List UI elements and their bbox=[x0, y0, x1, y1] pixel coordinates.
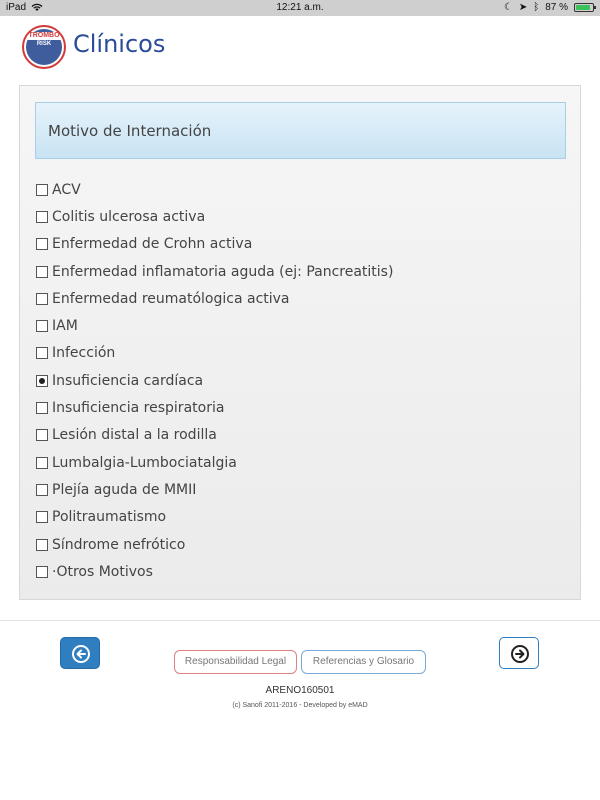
option-checkbox[interactable] bbox=[36, 320, 48, 333]
option-label: ACV bbox=[52, 181, 81, 198]
option-checkbox[interactable] bbox=[36, 292, 48, 305]
option-checkbox[interactable] bbox=[36, 511, 48, 524]
option-row[interactable]: Insuficiencia cardíaca bbox=[36, 367, 556, 394]
next-button[interactable] bbox=[499, 637, 539, 669]
option-checkbox[interactable] bbox=[36, 183, 48, 196]
legal-button[interactable]: Responsabilidad Legal bbox=[174, 650, 297, 674]
option-checkbox[interactable] bbox=[36, 238, 48, 251]
section-title: Motivo de Internación bbox=[48, 122, 212, 140]
option-row[interactable]: Enfermedad reumatólogica activa bbox=[36, 285, 556, 312]
option-label: Plejía aguda de MMII bbox=[52, 481, 197, 498]
option-row[interactable]: IAM bbox=[36, 312, 556, 339]
option-label: Politraumatismo bbox=[52, 509, 167, 526]
trombo-risk-logo[interactable]: TROMBO RISK bbox=[22, 25, 66, 69]
status-bar: iPad 12:21 a.m. ☾ ➤ ᛒ 87 % bbox=[0, 0, 600, 16]
page-title: Clínicos bbox=[73, 30, 166, 58]
location-arrow-icon: ➤ bbox=[518, 2, 528, 13]
back-button[interactable] bbox=[60, 637, 100, 669]
logo-top-text: TROMBO bbox=[24, 32, 64, 40]
arrow-right-icon bbox=[511, 645, 529, 663]
option-checkbox[interactable] bbox=[36, 565, 48, 578]
option-row[interactable]: Plejía aguda de MMII bbox=[36, 476, 556, 503]
moon-icon: ☾ bbox=[503, 2, 513, 13]
option-row[interactable]: Lumbalgia-Lumbociatalgia bbox=[36, 449, 556, 476]
option-label: Lumbalgia-Lumbociatalgia bbox=[52, 454, 237, 471]
logo-bottom-text: RISK bbox=[36, 41, 52, 47]
option-row[interactable]: Colitis ulcerosa activa bbox=[36, 203, 556, 230]
option-label: ·Otros Motivos bbox=[52, 563, 153, 580]
option-row[interactable]: Infección bbox=[36, 340, 556, 367]
option-row[interactable]: Insuficiencia respiratoria bbox=[36, 394, 556, 421]
option-checkbox[interactable] bbox=[36, 402, 48, 415]
battery-percent: 87 % bbox=[545, 2, 568, 13]
option-row[interactable]: Enfermedad de Crohn activa bbox=[36, 231, 556, 258]
section-header: Motivo de Internación bbox=[35, 102, 566, 159]
option-checkbox[interactable] bbox=[36, 483, 48, 496]
option-label: Insuficiencia respiratoria bbox=[52, 400, 225, 417]
option-checkbox[interactable] bbox=[36, 374, 48, 387]
status-right: ☾ ➤ ᛒ 87 % bbox=[503, 2, 596, 13]
option-checkbox[interactable] bbox=[36, 429, 48, 442]
option-checkbox[interactable] bbox=[36, 210, 48, 223]
options-list: ACV Colitis ulcerosa activa Enfermedad de … bbox=[36, 176, 556, 585]
option-row[interactable]: Politraumatismo bbox=[36, 504, 556, 531]
bluetooth-icon: ᛒ bbox=[533, 2, 540, 13]
option-label: Lesión distal a la rodilla bbox=[52, 427, 217, 444]
option-label: Infección bbox=[52, 345, 116, 362]
option-checkbox[interactable] bbox=[36, 538, 48, 551]
option-checkbox[interactable] bbox=[36, 456, 48, 469]
battery-icon bbox=[574, 3, 596, 12]
option-label: Colitis ulcerosa activa bbox=[52, 208, 206, 225]
option-label: Enfermedad inflamatoria aguda (ej: Pancr… bbox=[52, 263, 394, 280]
copyright-text: (c) Sanofi 2011-2016 - Developed by eMAD bbox=[232, 702, 368, 709]
option-checkbox[interactable] bbox=[36, 347, 48, 360]
option-label: Enfermedad de Crohn activa bbox=[52, 236, 253, 253]
option-row[interactable]: ·Otros Motivos bbox=[36, 558, 556, 585]
option-row[interactable]: Lesión distal a la rodilla bbox=[36, 422, 556, 449]
arrow-left-icon bbox=[72, 645, 90, 663]
app-header: TROMBO RISK Clínicos bbox=[0, 16, 600, 78]
references-button[interactable]: Referencias y Glosario bbox=[301, 650, 426, 674]
form-panel: Motivo de Internación ACV Colitis ulceros… bbox=[19, 85, 581, 600]
option-row[interactable]: Enfermedad inflamatoria aguda (ej: Pancr… bbox=[36, 258, 556, 285]
version-code: ARENO160501 bbox=[265, 685, 335, 696]
option-checkbox[interactable] bbox=[36, 265, 48, 278]
option-label: Insuficiencia cardíaca bbox=[52, 372, 204, 389]
footer: Responsabilidad Legal Referencias y Glos… bbox=[0, 620, 600, 800]
option-label: Síndrome nefrótico bbox=[52, 536, 186, 553]
option-row[interactable]: ACV bbox=[36, 176, 556, 203]
option-row[interactable]: Síndrome nefrótico bbox=[36, 531, 556, 558]
option-label: Enfermedad reumatólogica activa bbox=[52, 290, 290, 307]
option-label: IAM bbox=[52, 318, 78, 335]
